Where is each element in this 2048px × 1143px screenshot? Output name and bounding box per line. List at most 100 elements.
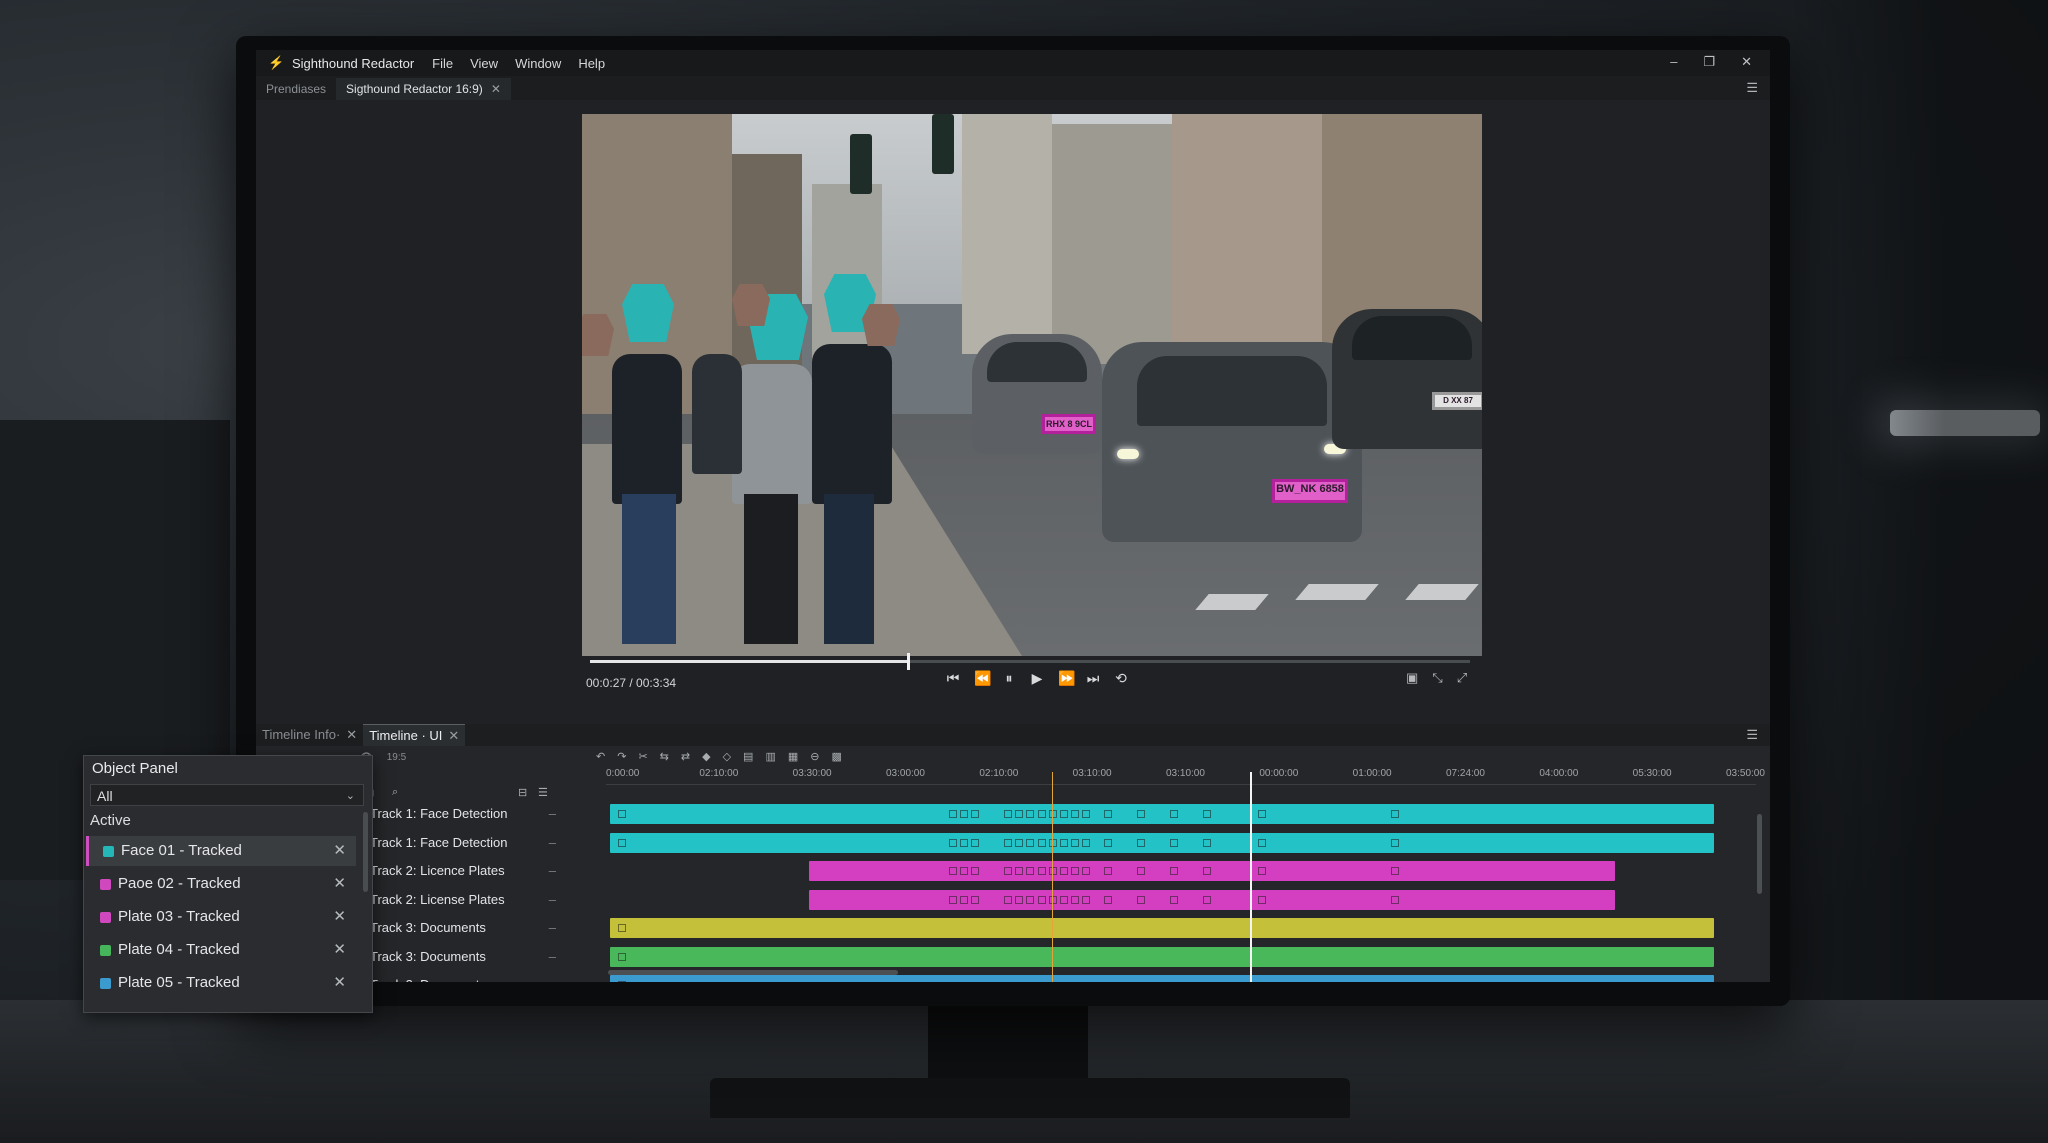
keyframe[interactable] (960, 867, 969, 875)
track-clip[interactable] (610, 804, 1714, 824)
menu-help[interactable]: Help (578, 56, 605, 71)
keyframe[interactable] (1103, 838, 1112, 847)
keyframe[interactable] (1015, 810, 1024, 818)
close-tab-icon[interactable]: ✕ (491, 82, 501, 96)
track-collapse-icon[interactable]: – (549, 860, 556, 882)
object-list-item[interactable]: Paoe 02 - Tracked ✕ (86, 869, 356, 899)
keyframe[interactable] (1059, 867, 1068, 875)
keyframe[interactable] (960, 810, 969, 818)
keyframe[interactable] (949, 867, 958, 875)
keyframe[interactable] (1136, 810, 1145, 818)
keyframe[interactable] (1103, 810, 1112, 818)
redo-icon[interactable]: ↷ (617, 750, 626, 763)
keyframe[interactable] (618, 981, 626, 982)
keyframe[interactable] (1258, 810, 1267, 818)
rewind-icon[interactable]: ⏪ (974, 670, 991, 687)
minimize-button[interactable]: – (1670, 54, 1677, 70)
track-collapse-icon[interactable]: – (549, 946, 556, 968)
scrub-bar[interactable] (590, 653, 1470, 670)
remove-object-icon[interactable]: ✕ (333, 836, 346, 866)
keyframe[interactable] (1037, 838, 1046, 847)
keyframe[interactable] (1169, 895, 1178, 904)
track-add-icon[interactable]: ▤ (743, 750, 753, 763)
track-collapse-icon[interactable]: – (549, 974, 556, 982)
keyframe[interactable] (949, 895, 958, 904)
keyframe[interactable] (1103, 867, 1112, 875)
keyframe[interactable] (971, 838, 980, 847)
grid-icon[interactable]: ▩ (831, 750, 841, 763)
keyframe[interactable] (1390, 867, 1399, 875)
slip-icon[interactable]: ⇄ (681, 750, 690, 763)
layers-icon[interactable]: ▦ (788, 750, 798, 763)
scrub-handle[interactable] (906, 653, 910, 670)
track-clip[interactable] (808, 889, 1615, 910)
zoom-fit-icon[interactable]: ⤡ (1432, 670, 1442, 686)
horizontal-scrollbar[interactable] (608, 970, 898, 975)
face-redaction[interactable] (622, 284, 674, 342)
undo-icon[interactable]: ↶ (596, 750, 605, 763)
fast-forward-icon[interactable]: ⏩ (1058, 670, 1075, 687)
tab-timeline-info[interactable]: Timeline Info· ✕ (256, 724, 363, 746)
keyframe[interactable] (949, 838, 958, 847)
keyframe[interactable] (1059, 895, 1068, 904)
track-collapse-icon[interactable]: – (549, 803, 556, 825)
license-plate-redaction[interactable]: RHX 8 9CL (1042, 414, 1096, 434)
ripple-icon[interactable]: ⇆ (660, 750, 669, 763)
keyframe[interactable] (971, 867, 980, 875)
track-header[interactable]: Track 3: Documents – (352, 946, 564, 968)
keyframe[interactable] (1136, 838, 1145, 847)
keyframe[interactable] (1015, 895, 1024, 904)
keyframe[interactable] (1015, 867, 1024, 875)
keyframe[interactable] (971, 810, 980, 818)
keyframe[interactable] (1015, 838, 1024, 847)
keyframe[interactable] (618, 952, 626, 961)
object-list-scrollbar[interactable] (363, 812, 368, 892)
object-list-item[interactable]: Plate 04 - Tracked ✕ (86, 935, 356, 965)
object-list-item[interactable]: Plate 05 - Tracked ✕ (86, 968, 356, 998)
keyframe[interactable] (1004, 895, 1013, 904)
search-icon[interactable]: ⌕ (392, 786, 398, 799)
panel-menu-icon[interactable]: ☰ (1746, 80, 1758, 96)
keyframe[interactable] (971, 895, 980, 904)
skip-start-icon[interactable]: ⏮ (946, 670, 960, 687)
keyframe[interactable] (1258, 867, 1267, 875)
track-clip[interactable] (610, 918, 1714, 938)
remove-keyframe-icon[interactable]: ◇ (723, 750, 731, 763)
track-collapse-icon[interactable]: – (549, 917, 556, 939)
face-redaction[interactable] (862, 304, 900, 346)
keyframe[interactable] (1081, 838, 1090, 847)
close-tab-icon[interactable]: ✕ (448, 728, 459, 743)
close-tab-icon[interactable]: ✕ (346, 727, 357, 742)
doc-tab-prendiases[interactable]: Prendiases (256, 78, 336, 100)
keyframe[interactable] (1203, 867, 1212, 875)
vertical-scrollbar[interactable] (1757, 814, 1762, 894)
add-keyframe-icon[interactable]: ◆ (702, 750, 710, 763)
keyframe[interactable] (1070, 867, 1079, 875)
track-header[interactable]: Track 3: Documents – (352, 917, 564, 939)
remove-object-icon[interactable]: ✕ (333, 968, 346, 998)
keyframe[interactable] (1081, 895, 1090, 904)
timeline-ruler[interactable]: 0:00:00 02:10:00 03:30:00 03:00:00 02:10:00 0… (606, 768, 1765, 784)
keyframe[interactable] (1203, 895, 1212, 904)
keyframe[interactable] (1390, 810, 1399, 818)
track-collapse-icon[interactable]: – (549, 832, 556, 854)
track-header[interactable]: Track 3: Documents – (352, 974, 564, 982)
keyframe[interactable] (1170, 838, 1178, 847)
keyframe[interactable] (618, 810, 626, 818)
keyframe[interactable] (1037, 895, 1046, 904)
remove-object-icon[interactable]: ✕ (333, 902, 346, 932)
fullscreen-icon[interactable]: ⤢ (1457, 670, 1467, 686)
menu-window[interactable]: Window (515, 56, 561, 71)
tab-timeline-ui[interactable]: Timeline · UI ✕ (363, 724, 466, 746)
timeline-menu-icon[interactable]: ☰ (1746, 727, 1758, 743)
keyframe[interactable] (960, 838, 969, 847)
track-clip[interactable] (610, 975, 1714, 982)
keyframe[interactable] (618, 838, 626, 847)
keyframe[interactable] (1026, 838, 1035, 847)
maximize-button[interactable]: ❐ (1703, 54, 1715, 70)
face-redaction[interactable] (732, 284, 770, 326)
keyframe[interactable] (1070, 810, 1079, 818)
track-collapse-icon[interactable]: – (549, 889, 556, 911)
close-window-button[interactable]: ✕ (1741, 54, 1752, 70)
keyframe[interactable] (1203, 810, 1212, 818)
